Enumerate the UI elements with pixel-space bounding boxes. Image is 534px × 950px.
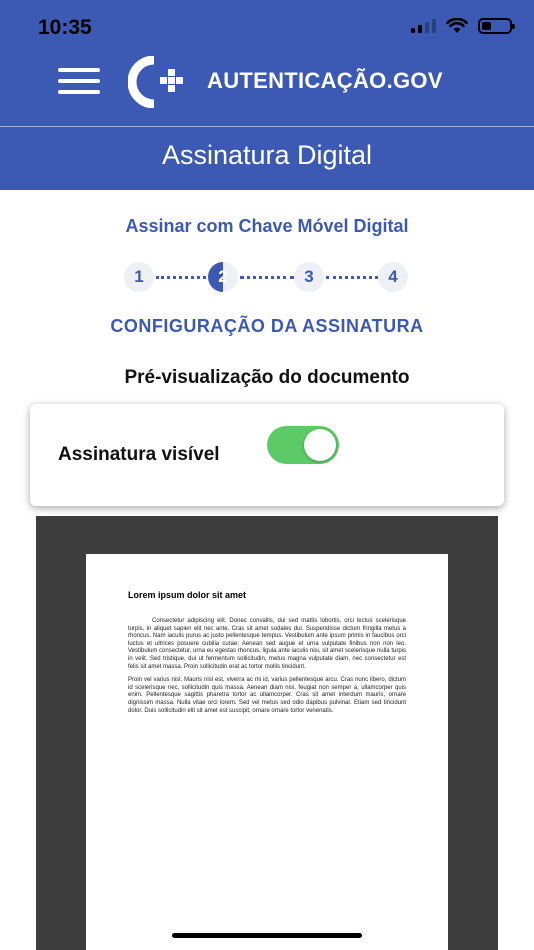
header-divider <box>0 126 534 127</box>
step-connector <box>240 276 294 279</box>
section-title: CONFIGURAÇÃO DA ASSINATURA <box>110 316 424 336</box>
status-time: 10:35 <box>38 16 92 39</box>
progress-stepper: 1 2 3 4 <box>120 262 416 292</box>
autenticacao-gov-logo <box>128 56 183 108</box>
hamburger-icon[interactable] <box>58 68 100 94</box>
cellular-signal-icon <box>411 19 436 33</box>
app-header: 10:35 AUTENTICAÇÃO.GOV Assinatura Digita… <box>0 0 534 190</box>
step-4: 4 <box>378 262 408 292</box>
step-1: 1 <box>124 262 154 292</box>
visible-signature-label: Assinatura visível <box>58 444 220 465</box>
visible-signature-card: Assinatura visível <box>30 404 504 506</box>
document-heading: Lorem ipsum dolor sit amet <box>128 590 247 600</box>
step-3: 3 <box>294 262 324 292</box>
toggle-knob <box>304 429 336 461</box>
visible-signature-toggle[interactable] <box>267 426 339 464</box>
step-connector <box>156 276 206 279</box>
battery-icon <box>478 18 515 34</box>
step-2-current: 2 <box>208 262 238 292</box>
preview-title: Pré-visualização do documento <box>124 367 410 388</box>
nav-bar: AUTENTICAÇÃO.GOV <box>0 50 534 126</box>
brand-name: AUTENTICAÇÃO.GOV <box>207 68 443 93</box>
signing-method-title: Assinar com Chave Móvel Digital <box>125 216 409 236</box>
document-preview[interactable]: Lorem ipsum dolor sit amet Consectetur a… <box>36 516 498 950</box>
status-bar: 10:35 <box>0 0 534 50</box>
document-paragraph: Proin vel varius nisl. Mauris nisl est, … <box>128 677 406 714</box>
document-page: Lorem ipsum dolor sit amet Consectetur a… <box>86 554 448 950</box>
document-paragraph: Consectetur adipiscing elit. Donec conva… <box>128 618 406 670</box>
page-title: Assinatura Digital <box>161 140 373 170</box>
step-connector <box>326 276 378 279</box>
wifi-icon <box>446 18 468 33</box>
status-icons <box>411 18 515 34</box>
home-indicator[interactable] <box>172 933 362 938</box>
